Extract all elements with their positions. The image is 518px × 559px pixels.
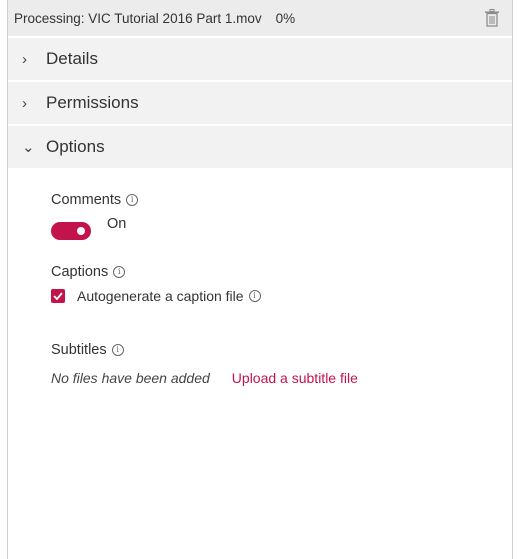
autogenerate-caption-label-row: Autogenerate a caption file i <box>77 288 261 304</box>
info-icon[interactable]: i <box>111 344 124 356</box>
autogenerate-caption-row: Autogenerate a caption file i <box>51 288 512 304</box>
options-content: Comments i On Captions i Autogenerate a … <box>8 170 512 386</box>
section-options-label: Options <box>46 137 105 156</box>
captions-label: Captions <box>51 264 109 280</box>
captions-setting: Captions i Autogenerate a caption file i <box>51 264 512 304</box>
processing-panel: Processing: VIC Tutorial 2016 Part 1.mov… <box>7 0 513 559</box>
progress-percent: 0% <box>275 10 296 26</box>
processing-header: Processing: VIC Tutorial 2016 Part 1.mov… <box>8 0 512 38</box>
trash-icon[interactable] <box>484 9 500 27</box>
subtitles-setting: Subtitles i No files have been added Upl… <box>51 342 512 386</box>
section-details-label: Details <box>46 49 98 68</box>
processing-status: Processing: VIC Tutorial 2016 Part 1.mov… <box>14 11 295 26</box>
captions-label-row: Captions i <box>51 264 512 280</box>
comments-label-row: Comments i <box>51 192 512 208</box>
autogenerate-caption-checkbox[interactable] <box>51 289 65 303</box>
comments-label: Comments <box>51 192 122 208</box>
info-icon[interactable]: i <box>126 194 139 206</box>
section-details[interactable]: › Details <box>8 38 512 80</box>
toggle-knob <box>77 227 85 235</box>
subtitles-row: No files have been added Upload a subtit… <box>51 370 512 386</box>
comments-toggle[interactable] <box>51 222 91 240</box>
comments-setting: Comments i On <box>51 192 512 240</box>
info-icon[interactable]: i <box>113 266 126 278</box>
no-files-text: No files have been added <box>51 370 210 386</box>
autogenerate-caption-label: Autogenerate a caption file <box>77 288 244 304</box>
file-title: Processing: VIC Tutorial 2016 Part 1.mov <box>14 10 262 26</box>
comments-toggle-row: On <box>51 216 512 240</box>
chevron-right-icon: › <box>22 50 27 68</box>
checkmark-icon <box>53 292 63 300</box>
chevron-right-icon: › <box>22 94 27 112</box>
section-permissions-label: Permissions <box>46 93 139 112</box>
upload-subtitle-link[interactable]: Upload a subtitle file <box>232 370 358 386</box>
info-icon[interactable]: i <box>248 290 261 302</box>
comments-state: On <box>107 216 127 232</box>
subtitles-label-row: Subtitles i <box>51 342 512 358</box>
subtitles-label: Subtitles <box>51 342 107 358</box>
section-permissions[interactable]: › Permissions <box>8 82 512 124</box>
chevron-down-icon: ⌄ <box>22 139 35 156</box>
section-options[interactable]: ⌄ Options <box>8 126 512 168</box>
